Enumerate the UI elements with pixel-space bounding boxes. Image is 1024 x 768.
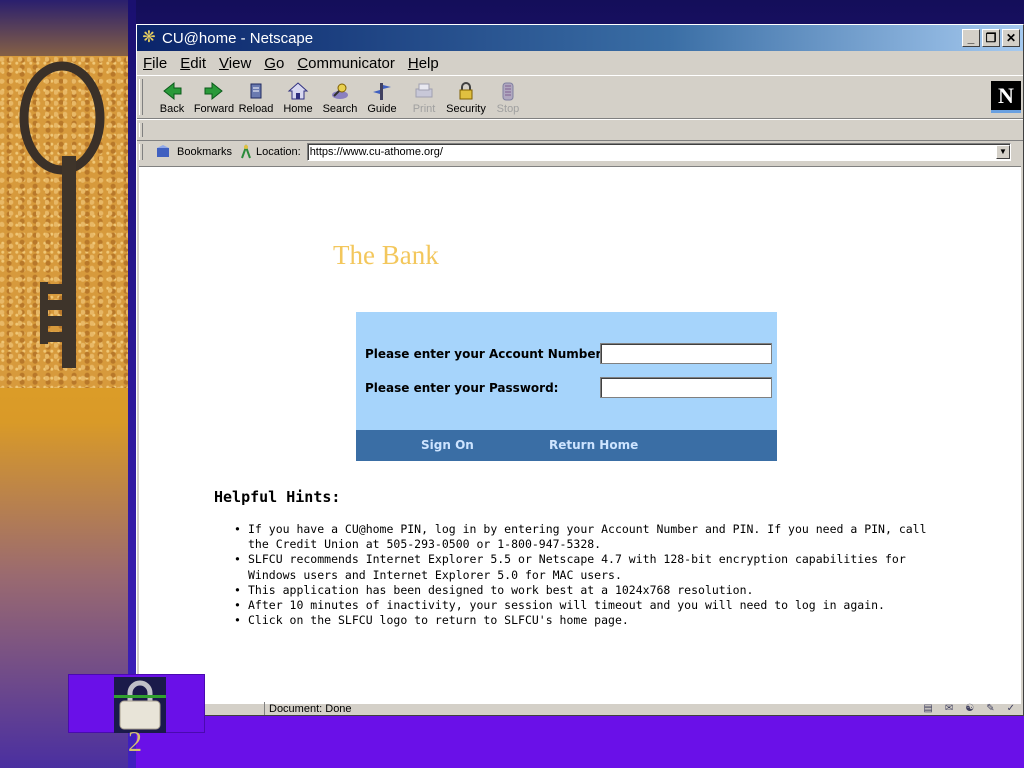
status-text: Document: Done: [269, 702, 352, 715]
padlock-icon: [114, 677, 166, 733]
menu-help[interactable]: Help: [408, 55, 439, 72]
check-icon[interactable]: ✓: [1007, 703, 1015, 714]
guide-icon: [370, 79, 394, 103]
toolbar-grip[interactable]: [139, 79, 143, 115]
forward-button[interactable]: Forward: [193, 79, 235, 115]
menu-communicator[interactable]: Communicator: [297, 55, 395, 72]
back-button[interactable]: Back: [151, 79, 193, 115]
page-title: The Bank: [333, 240, 439, 270]
navigation-toolbar: Back Forward Reload Home Search Guide Pr…: [137, 75, 1023, 119]
password-label: Please enter your Password:: [365, 381, 559, 395]
menu-go[interactable]: Go: [264, 55, 284, 72]
home-icon: [286, 79, 310, 103]
browser-window: ❋ CU@home - Netscape _ ❐ ✕ File Edit Vie…: [136, 24, 1024, 716]
mail-icon[interactable]: ✉: [945, 703, 953, 714]
key-image: [0, 56, 128, 388]
print-icon: [412, 79, 436, 103]
hint-item: If you have a CU@home PIN, log in by ent…: [234, 522, 954, 552]
window-title: CU@home - Netscape: [162, 29, 314, 47]
composer-icon[interactable]: ✎: [986, 703, 994, 714]
personal-toolbar: [137, 119, 1023, 141]
back-arrow-icon: [160, 79, 184, 103]
padlock-icon: [454, 79, 478, 103]
toolbar-grip[interactable]: [139, 144, 143, 160]
print-button[interactable]: Print: [403, 79, 445, 115]
navigator-icon[interactable]: ▤: [923, 703, 932, 714]
forward-arrow-icon: [202, 79, 226, 103]
menu-view[interactable]: View: [219, 55, 251, 72]
status-bar: Document: Done ▤ ✉ ☯ ✎ ✓: [139, 702, 1021, 715]
page-content: The Bank Please enter your Account Numbe…: [139, 166, 1021, 704]
key-icon: [19, 61, 105, 368]
guide-button[interactable]: Guide: [361, 79, 403, 115]
hint-item: After 10 minutes of inactivity, your ses…: [234, 598, 954, 613]
chevron-down-icon[interactable]: ▼: [996, 145, 1010, 159]
security-button[interactable]: Security: [445, 79, 487, 115]
sign-on-link[interactable]: Sign On: [421, 438, 474, 452]
login-form: Please enter your Account Number: Please…: [356, 312, 777, 461]
login-action-bar: Sign On Return Home: [356, 430, 777, 461]
hints-list: If you have a CU@home PIN, log in by ent…: [234, 522, 954, 629]
account-number-input[interactable]: [600, 343, 772, 364]
slide-divider: [128, 0, 136, 768]
search-icon: [328, 79, 352, 103]
location-icon: [241, 144, 251, 159]
home-button[interactable]: Home: [277, 79, 319, 115]
toolbar-grip[interactable]: [139, 123, 143, 137]
bookmarks-icon[interactable]: [153, 144, 175, 160]
netscape-app-icon: ❋: [142, 29, 156, 46]
groups-icon[interactable]: ☯: [965, 703, 974, 714]
reload-icon: [244, 79, 268, 103]
location-toolbar: Bookmarks Location: https://www.cu-athom…: [137, 141, 1023, 163]
stop-icon: [496, 79, 520, 103]
minimize-button[interactable]: _: [962, 29, 980, 47]
menu-file[interactable]: File: [143, 55, 167, 72]
component-bar: ▤ ✉ ☯ ✎ ✓: [923, 703, 1021, 714]
netscape-logo[interactable]: N: [991, 81, 1021, 113]
return-home-link[interactable]: Return Home: [549, 438, 638, 452]
padlock-image: [114, 677, 166, 733]
title-bar[interactable]: ❋ CU@home - Netscape _ ❐ ✕: [137, 25, 1023, 51]
hints-heading: Helpful Hints:: [214, 488, 341, 506]
reload-button[interactable]: Reload: [235, 79, 277, 115]
slide-page-number: 2: [128, 727, 142, 758]
password-input[interactable]: [600, 377, 772, 398]
hint-item: SLFCU recommends Internet Explorer 5.5 o…: [234, 552, 954, 582]
url-text: https://www.cu-athome.org/: [309, 146, 443, 158]
hint-item: This application has been designed to wo…: [234, 583, 954, 598]
url-input[interactable]: https://www.cu-athome.org/ ▼: [306, 143, 1011, 161]
search-button[interactable]: Search: [319, 79, 361, 115]
slide-left-panel: [0, 0, 128, 768]
restore-button[interactable]: ❐: [982, 29, 1000, 47]
location-label: Location:: [256, 146, 301, 158]
menu-edit[interactable]: Edit: [180, 55, 206, 72]
slide-bottom-band: [136, 716, 1024, 768]
close-button[interactable]: ✕: [1002, 29, 1020, 47]
bookmarks-button[interactable]: Bookmarks: [177, 146, 232, 158]
menu-bar: File Edit View Go Communicator Help: [137, 51, 1023, 75]
stop-button[interactable]: Stop: [487, 79, 529, 115]
lock-image-frame: [68, 674, 205, 733]
account-number-label: Please enter your Account Number:: [365, 347, 607, 361]
hint-item: Click on the SLFCU logo to return to SLF…: [234, 613, 954, 628]
